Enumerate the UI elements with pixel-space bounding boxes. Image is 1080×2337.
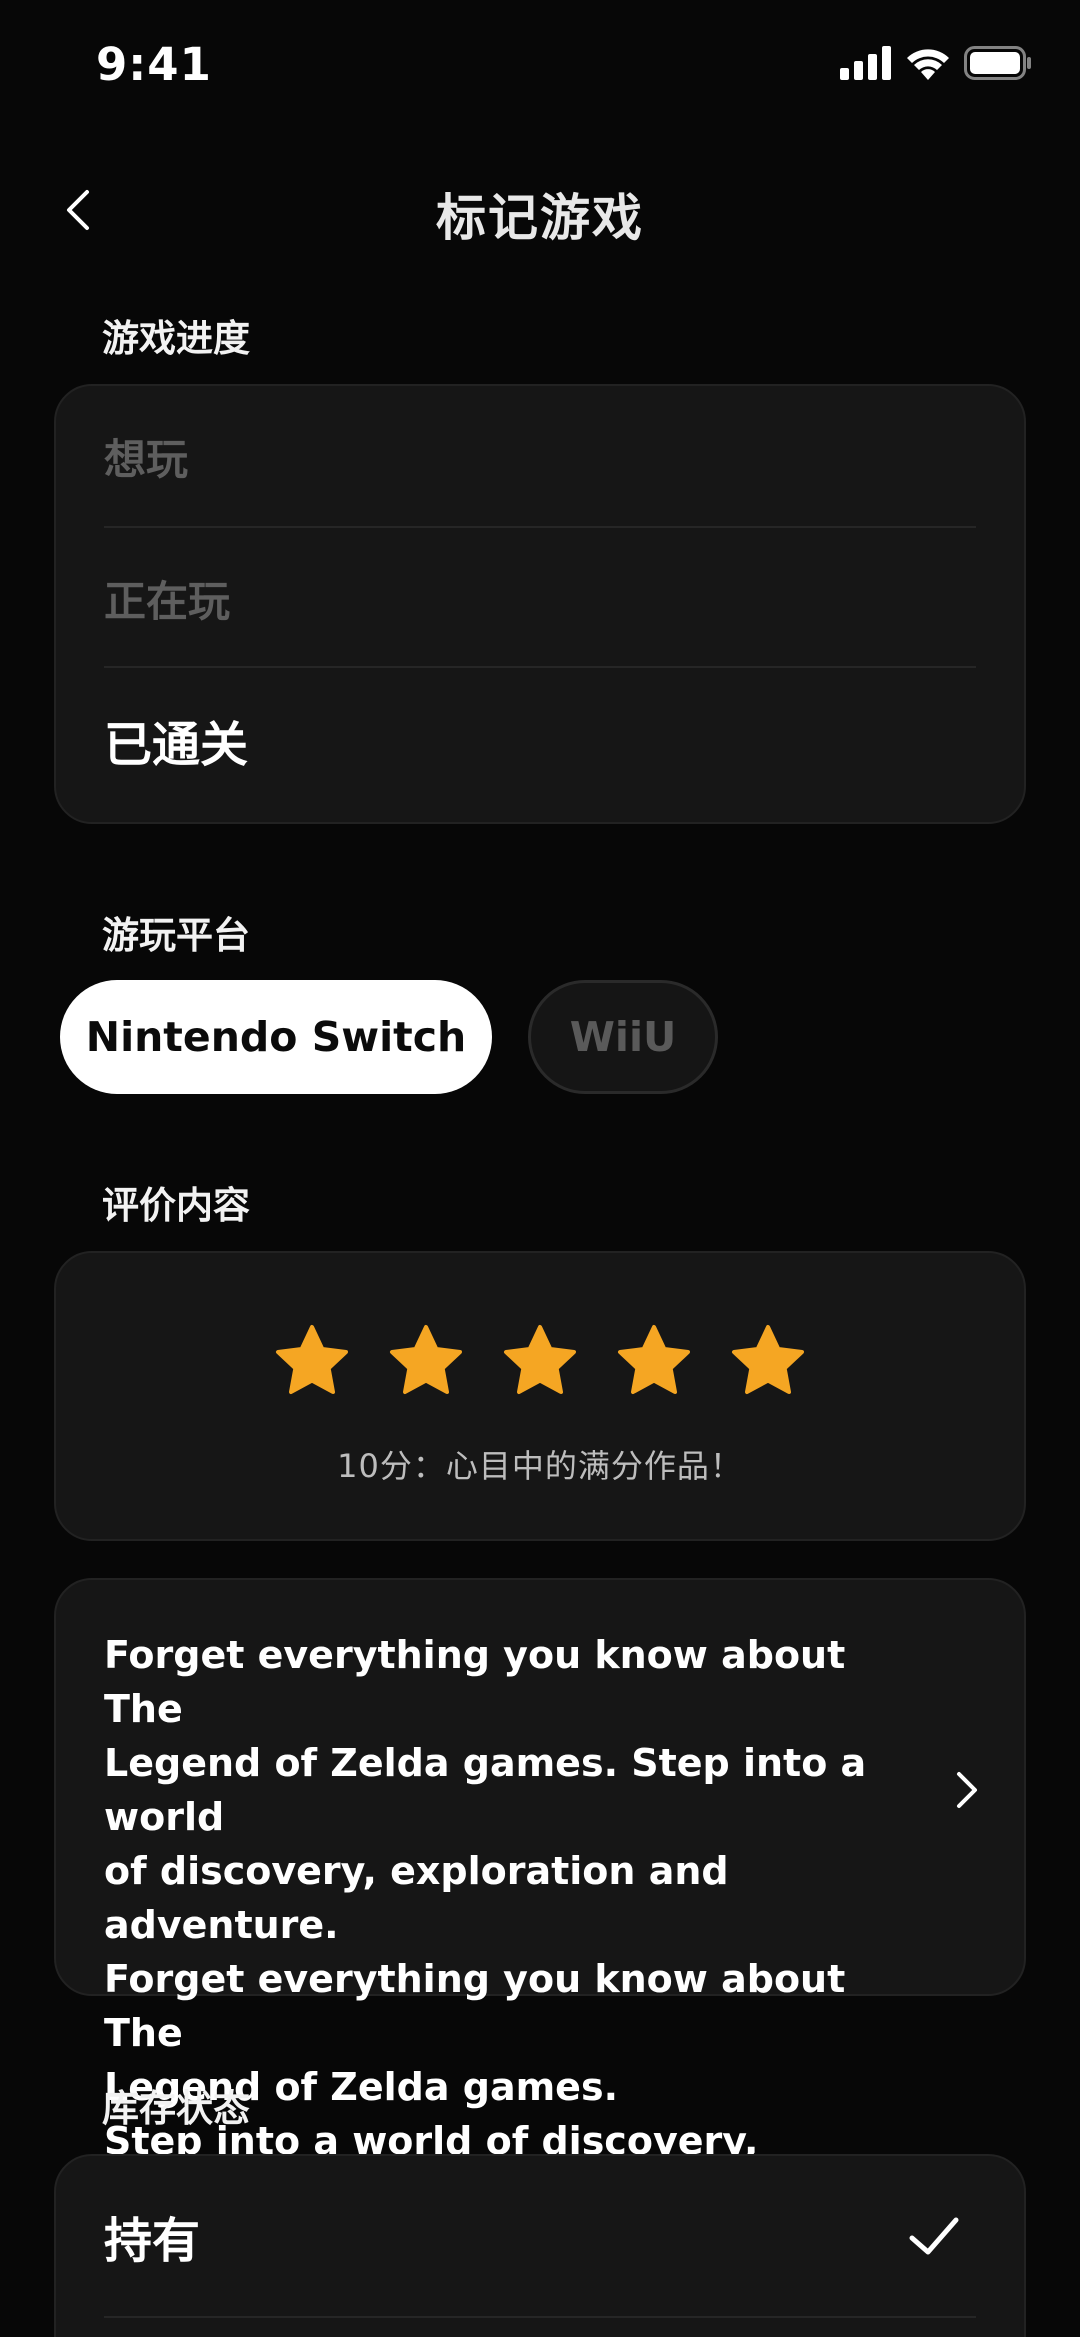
progress-option-want[interactable]: 想玩 (104, 386, 976, 526)
page-title: 标记游戏 (436, 189, 644, 247)
review-text-card[interactable]: Forget everything you know about The Leg… (54, 1578, 1026, 2217)
star-icon[interactable] (500, 1321, 580, 1401)
nav-bar: 标记游戏 (0, 160, 1080, 260)
stock-card: 持有 (54, 2154, 1026, 2337)
rating-description: 10分：心目中的满分作品！ (337, 1447, 743, 1485)
screen: 9:41 标记游戏 游戏进度 想玩 正在玩 已通关 游玩平台 Nintendo … (0, 0, 1080, 2337)
battery-icon (964, 46, 1031, 80)
checkmark-icon (909, 2217, 959, 2255)
star-rating[interactable] (56, 1321, 1024, 1401)
progress-option-completed[interactable]: 已通关 (104, 670, 976, 810)
platform-section-label: 游玩平台 (102, 914, 250, 957)
status-bar: 9:41 (0, 0, 1080, 130)
star-icon[interactable] (386, 1321, 466, 1401)
chevron-right-icon (957, 1772, 977, 1808)
rating-card: 10分：心目中的满分作品！ (54, 1251, 1026, 1541)
divider (104, 2316, 976, 2318)
review-text: Forget everything you know about The Leg… (104, 1633, 867, 2217)
star-icon[interactable] (272, 1321, 352, 1401)
status-icons (840, 46, 1032, 80)
stock-option-owned[interactable]: 持有 (104, 2156, 976, 2316)
review-section-label: 评价内容 (102, 1184, 250, 1227)
status-time: 9:41 (96, 38, 212, 91)
platform-chip-wiiu[interactable]: WiiU (528, 980, 718, 1094)
stock-section-label: 库存状态 (102, 2087, 250, 2130)
star-icon[interactable] (728, 1321, 808, 1401)
signal-icon (840, 46, 891, 80)
wifi-icon (907, 49, 949, 80)
progress-card: 想玩 正在玩 已通关 (54, 384, 1026, 824)
review-expand-button[interactable] (944, 1760, 992, 1820)
progress-section-label: 游戏进度 (102, 317, 250, 360)
divider (104, 666, 976, 668)
progress-option-playing[interactable]: 正在玩 (104, 528, 976, 668)
star-icon[interactable] (614, 1321, 694, 1401)
platform-chip-switch[interactable]: Nintendo Switch (60, 980, 492, 1094)
